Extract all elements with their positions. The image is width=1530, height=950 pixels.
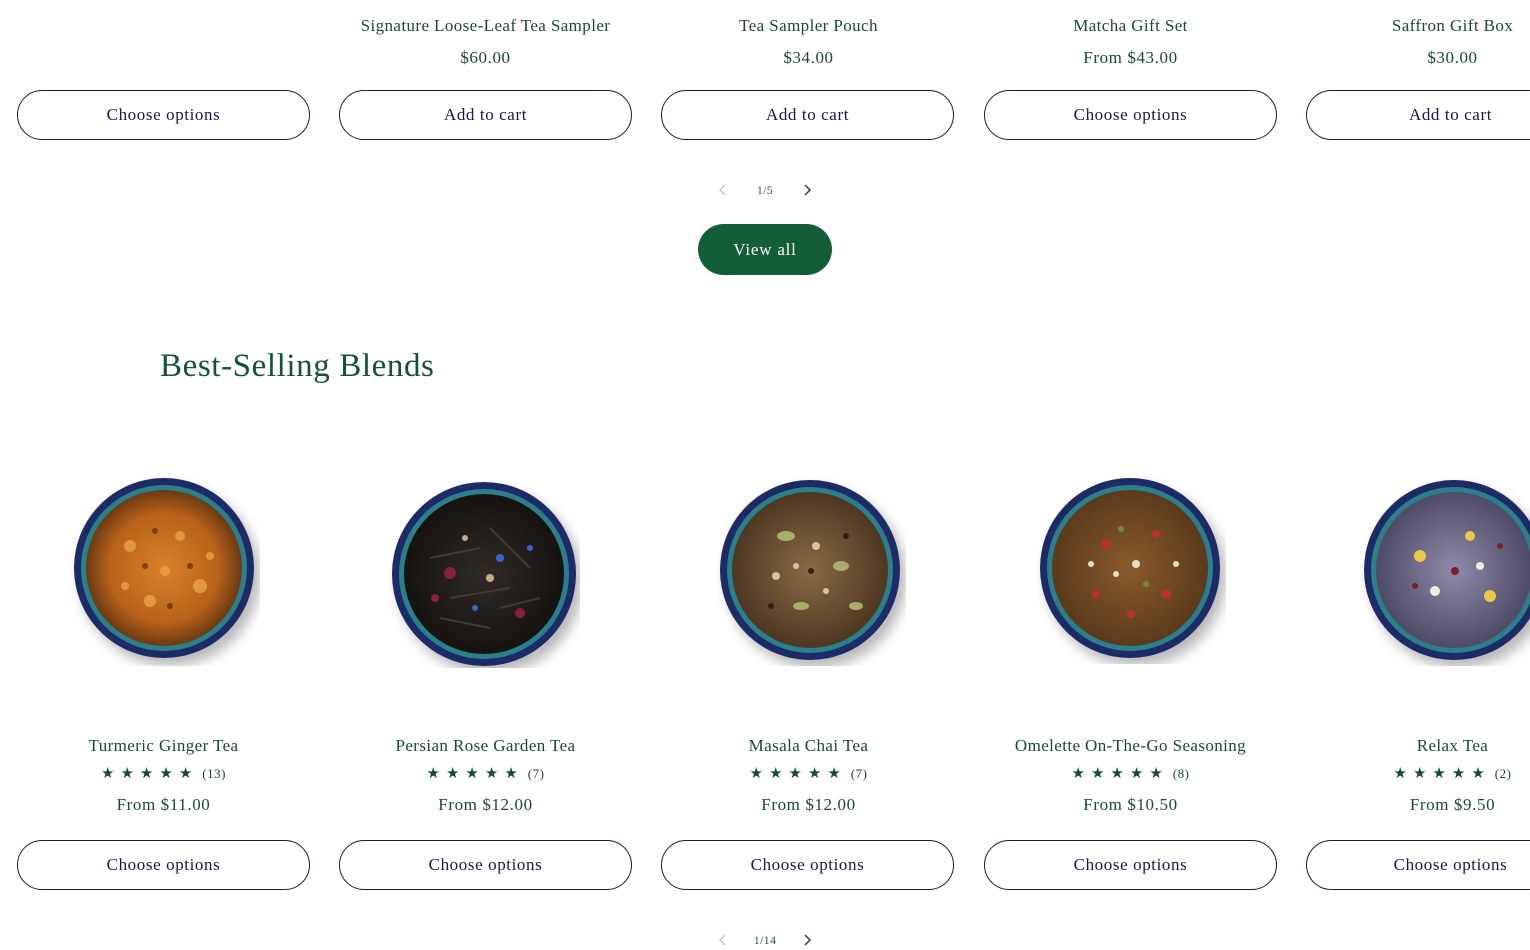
- choose-options-button[interactable]: Choose options: [17, 840, 310, 890]
- choose-options-button[interactable]: Choose options: [1306, 840, 1530, 890]
- chevron-right-icon[interactable]: [784, 180, 830, 200]
- product-card: Matcha Gift Set From $43.00: [983, 16, 1278, 68]
- slide-counter: 1/5: [756, 182, 774, 197]
- star-rating: ★★★★★ (8): [983, 764, 1278, 783]
- add-to-cart-button[interactable]: Add to cart: [661, 90, 954, 140]
- product-price: $60.00: [460, 48, 511, 67]
- slider-pagination: 1/14: [700, 930, 830, 950]
- product-card: Tea Sampler Pouch $34.00: [661, 16, 956, 68]
- product-price: From $10.50: [1083, 795, 1178, 814]
- slide-counter: 1/14: [753, 932, 777, 947]
- star-rating: ★★★★★ (7): [338, 764, 633, 783]
- chevron-left-icon[interactable]: [700, 180, 746, 200]
- choose-options-button[interactable]: Choose options: [661, 840, 954, 890]
- product-card: Signature Loose-Leaf Tea Sampler $60.00: [338, 16, 633, 68]
- product-card: Omelette On-The-Go Seasoning ★★★★★ (8) F…: [983, 736, 1278, 815]
- product-price: $34.00: [783, 48, 834, 67]
- persian-rose-garden-tea-image[interactable]: [390, 478, 580, 668]
- rating-count: (2): [1494, 766, 1512, 781]
- rating-count: (7): [527, 766, 545, 781]
- product-price: From $43.00: [1083, 48, 1178, 67]
- star-rating: ★★★★★ (13): [16, 764, 311, 783]
- turmeric-ginger-tea-image[interactable]: [70, 476, 260, 666]
- product-title[interactable]: Saffron Gift Box: [1305, 16, 1530, 36]
- chevron-right-icon[interactable]: [784, 930, 830, 950]
- choose-options-button[interactable]: Choose options: [17, 90, 310, 140]
- star-icon: ★★★★★: [1393, 766, 1491, 782]
- product-title[interactable]: Signature Loose-Leaf Tea Sampler: [338, 16, 633, 36]
- product-price: From $12.00: [761, 795, 856, 814]
- product-card: Turmeric Ginger Tea ★★★★★ (13) From $11.…: [16, 736, 311, 815]
- product-card: Masala Chai Tea ★★★★★ (7) From $12.00: [661, 736, 956, 815]
- product-price: From $9.50: [1409, 795, 1496, 814]
- star-icon: ★★★★★: [749, 766, 847, 782]
- product-title[interactable]: Masala Chai Tea: [661, 736, 956, 756]
- product-title[interactable]: Matcha Gift Set: [983, 16, 1278, 36]
- star-rating: ★★★★★ (7): [661, 764, 956, 783]
- slider-pagination: 1/5: [700, 180, 830, 200]
- omelette-on-the-go-seasoning-image[interactable]: [1036, 474, 1226, 664]
- rating-count: (7): [850, 766, 868, 781]
- add-to-cart-button[interactable]: Add to cart: [1306, 90, 1530, 140]
- product-card: Saffron Gift Box $30.00: [1305, 16, 1530, 68]
- add-to-cart-button[interactable]: Add to cart: [339, 90, 632, 140]
- star-rating: ★★★★★ (2): [1305, 764, 1530, 783]
- section-heading: Best-Selling Blends: [160, 348, 435, 384]
- product-price: From $11.00: [116, 795, 211, 814]
- product-title[interactable]: Turmeric Ginger Tea: [16, 736, 311, 756]
- star-icon: ★★★★★: [1071, 766, 1169, 782]
- product-title[interactable]: Relax Tea: [1305, 736, 1530, 756]
- rating-count: (8): [1172, 766, 1190, 781]
- relax-tea-image[interactable]: [1360, 476, 1530, 666]
- product-card: Persian Rose Garden Tea ★★★★★ (7) From $…: [338, 736, 633, 815]
- product-title[interactable]: Tea Sampler Pouch: [661, 16, 956, 36]
- choose-options-button[interactable]: Choose options: [984, 840, 1277, 890]
- choose-options-button[interactable]: Choose options: [984, 90, 1277, 140]
- product-card: Relax Tea ★★★★★ (2) From $9.50: [1305, 736, 1530, 815]
- choose-options-button[interactable]: Choose options: [339, 840, 632, 890]
- view-all-button[interactable]: View all: [698, 224, 832, 275]
- product-title[interactable]: Omelette On-The-Go Seasoning: [983, 736, 1278, 756]
- star-icon: ★★★★★: [426, 766, 524, 782]
- rating-count: (13): [202, 766, 226, 781]
- product-price: $30.00: [1427, 48, 1478, 67]
- chevron-left-icon[interactable]: [700, 930, 746, 950]
- masala-chai-tea-image[interactable]: [716, 476, 906, 666]
- product-price: From $12.00: [438, 795, 533, 814]
- product-title[interactable]: Persian Rose Garden Tea: [338, 736, 633, 756]
- star-icon: ★★★★★: [101, 766, 199, 782]
